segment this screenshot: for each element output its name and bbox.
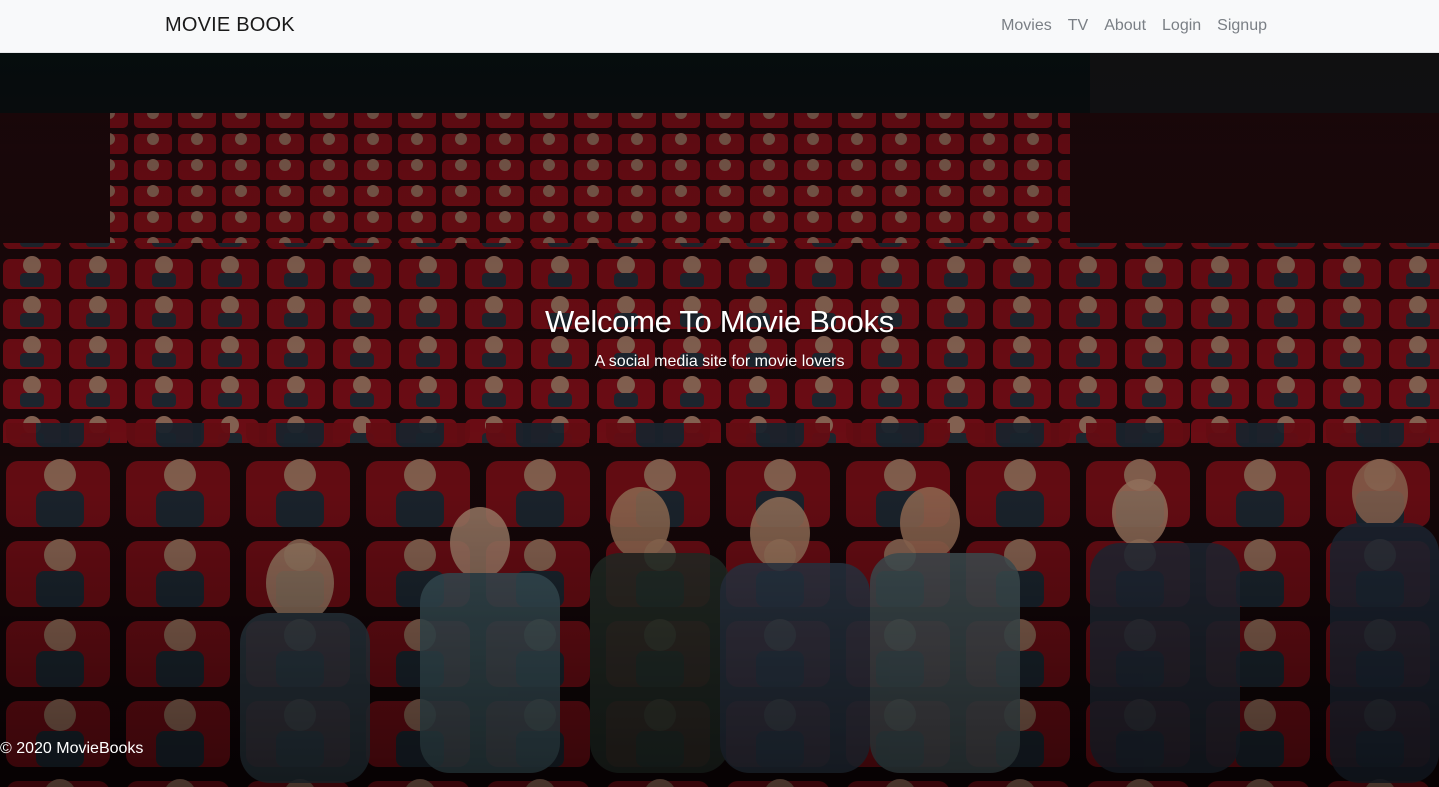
hero-subtitle: A social media site for movie lovers <box>594 353 845 370</box>
nav-link-signup[interactable]: Signup <box>1209 16 1267 36</box>
nav-link-login[interactable]: Login <box>1154 16 1209 36</box>
nav-link-about[interactable]: About <box>1096 16 1154 36</box>
nav-link-movies[interactable]: Movies <box>993 16 1060 36</box>
hero-title: Welcome To Movie Books <box>545 304 894 339</box>
hero-section: Welcome To Movie Books A social media si… <box>0 53 1439 787</box>
nav-links: Movies TV About Login Signup <box>993 16 1267 36</box>
brand-logo-link[interactable]: MOVIE BOOK <box>165 14 295 37</box>
nav-link-tv[interactable]: TV <box>1060 16 1096 36</box>
footer-copyright: © 2020 MovieBooks <box>0 740 144 757</box>
hero-overlay <box>0 53 1439 787</box>
top-navbar: MOVIE BOOK Movies TV About Login Signup <box>0 0 1439 53</box>
